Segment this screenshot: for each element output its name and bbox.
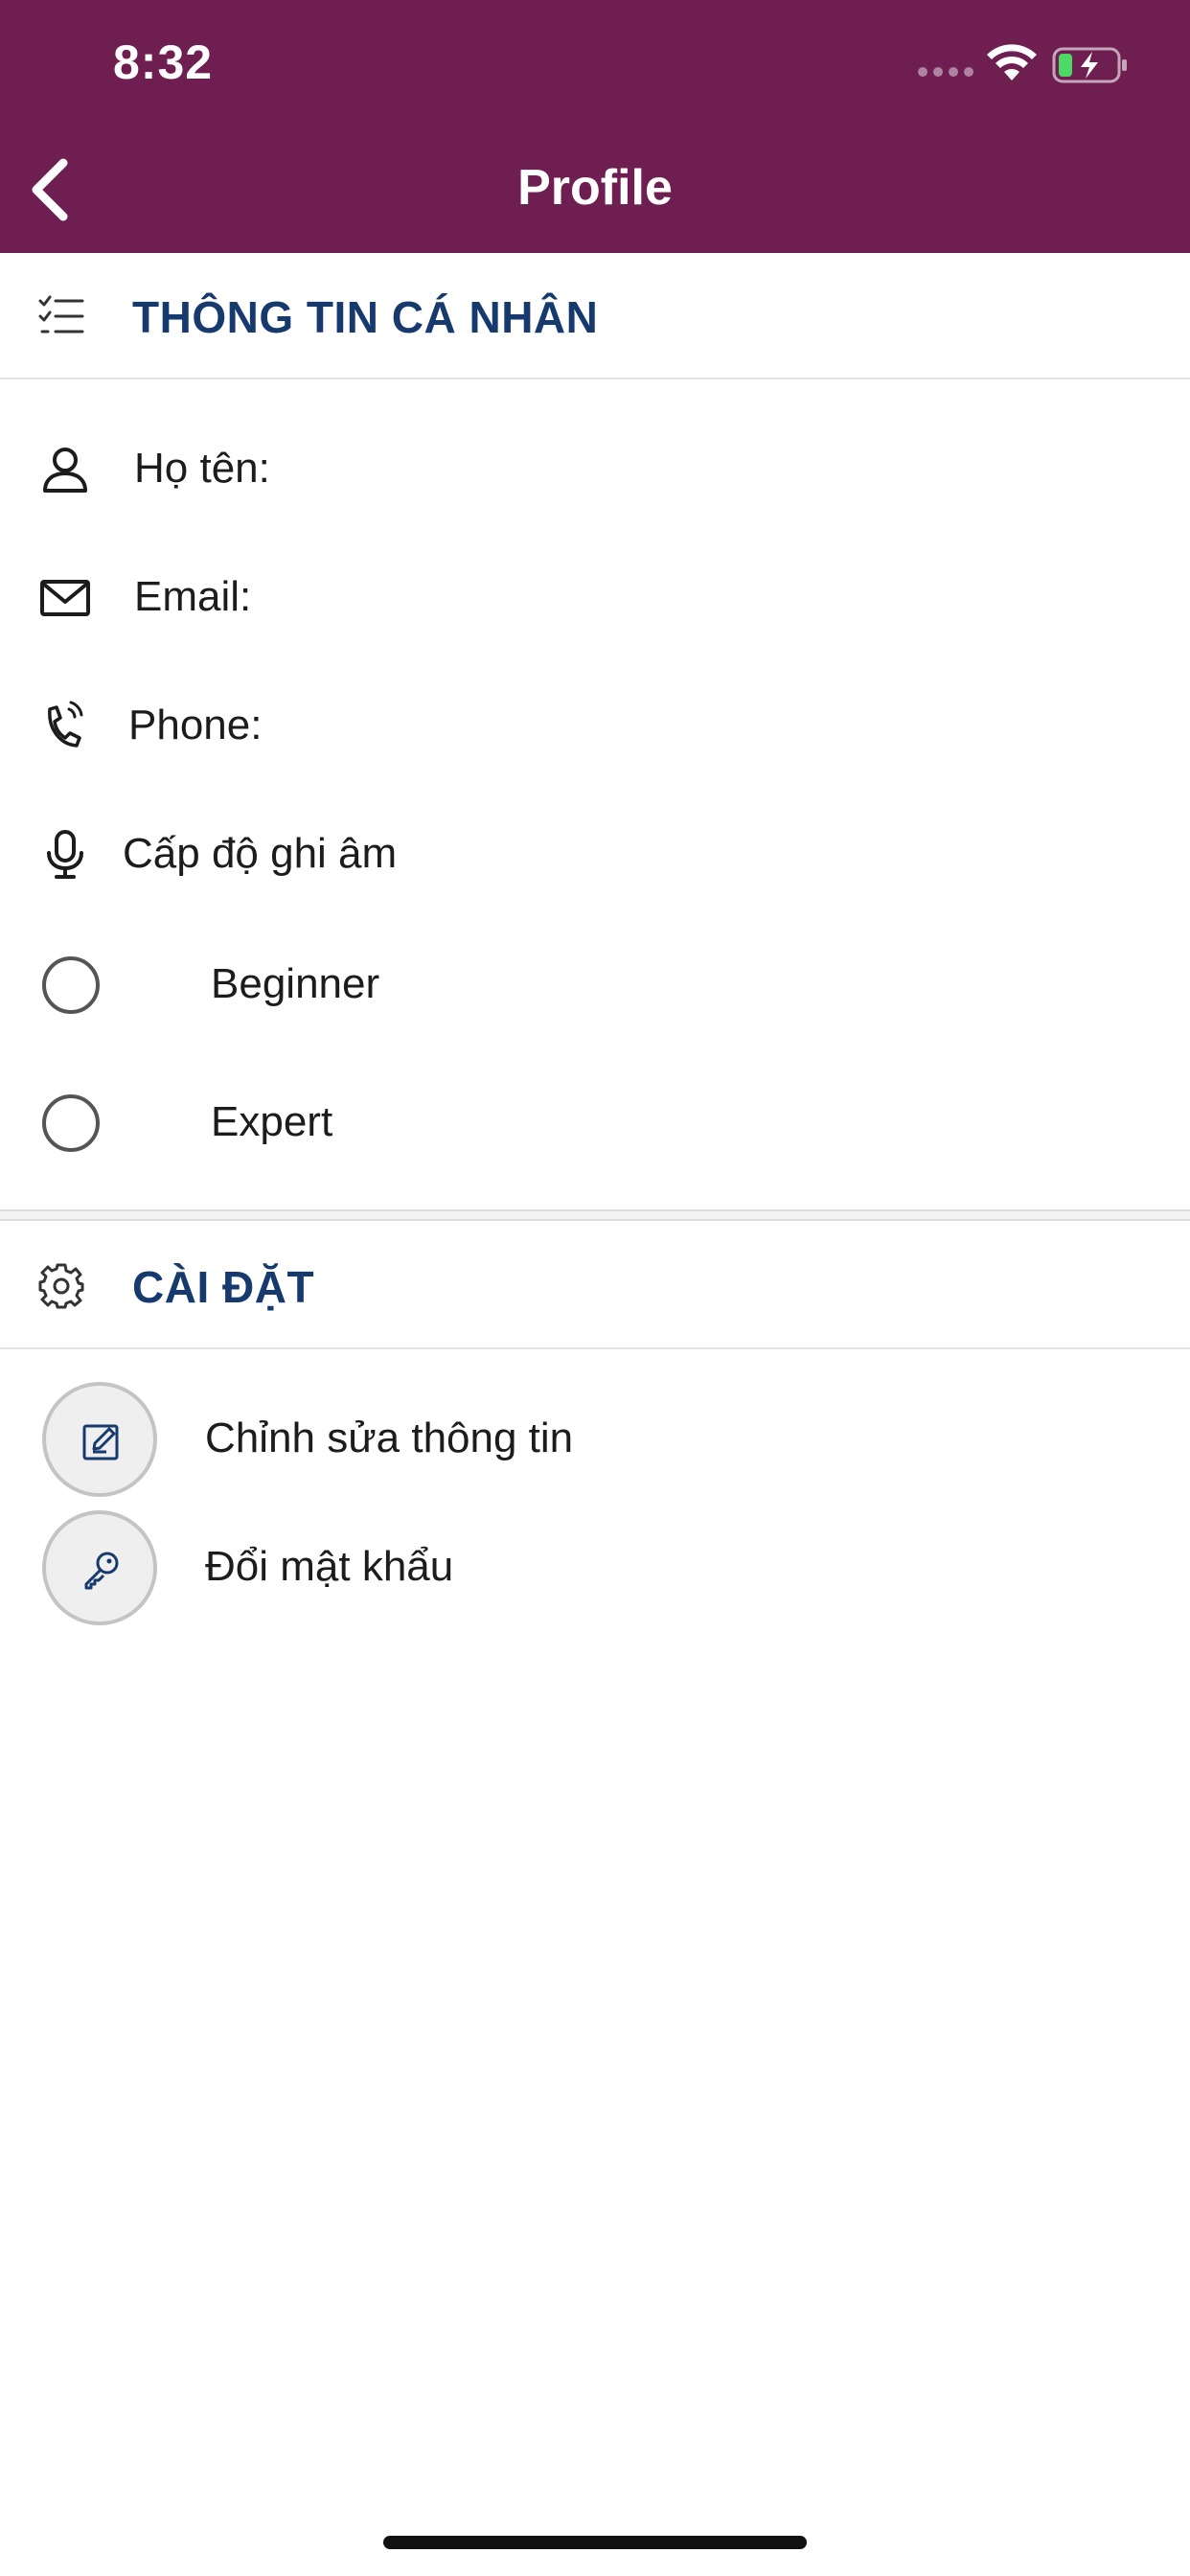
change-password-row[interactable]: Đổi mật khẩu xyxy=(0,1510,1190,1625)
edit-info-label: Chỉnh sửa thông tin xyxy=(205,1414,574,1461)
name-label: Họ tên: xyxy=(134,445,270,492)
personal-info-header: THÔNG TIN CÁ NHÂN xyxy=(0,253,1190,380)
key-icon xyxy=(84,1552,119,1590)
edit-icon xyxy=(82,1424,119,1460)
personal-info-title: THÔNG TIN CÁ NHÂN xyxy=(132,292,599,342)
radio-button-beginner[interactable] xyxy=(42,956,100,1014)
phone-row: Phone: xyxy=(0,673,1190,778)
radio-label-beginner: Beginner xyxy=(211,960,380,1007)
envelope-icon xyxy=(40,580,90,616)
profile-screen: 8:32 Profile THÔNG TIN CÁ NHÂN Họ tên: E… xyxy=(0,0,1190,2576)
user-icon xyxy=(43,448,87,493)
edit-info-row[interactable]: Chỉnh sửa thông tin xyxy=(0,1382,1190,1497)
home-indicator xyxy=(383,2536,807,2549)
cellular-signal-icon xyxy=(918,67,973,77)
section-divider xyxy=(0,1209,1190,1221)
wifi-icon xyxy=(987,44,1037,80)
phone-label: Phone: xyxy=(128,702,263,748)
settings-title: CÀI ĐẶT xyxy=(132,1262,315,1312)
checklist-icon xyxy=(38,295,84,334)
change-password-button[interactable] xyxy=(42,1510,157,1625)
app-header: 8:32 Profile xyxy=(0,0,1190,253)
page-title: Profile xyxy=(517,160,673,216)
microphone-icon xyxy=(47,830,83,879)
settings-header: CÀI ĐẶT xyxy=(0,1223,1190,1349)
status-time: 8:32 xyxy=(113,35,214,89)
radio-option-beginner[interactable]: Beginner xyxy=(0,928,1190,1043)
radio-label-expert: Expert xyxy=(211,1098,333,1145)
name-row: Họ tên: xyxy=(0,416,1190,521)
email-label: Email: xyxy=(134,573,252,620)
recording-level-row: Cấp độ ghi âm xyxy=(0,801,1190,907)
phone-ringing-icon xyxy=(48,701,83,748)
radio-option-expert[interactable]: Expert xyxy=(0,1066,1190,1181)
battery-charging-icon xyxy=(1052,47,1127,83)
edit-info-button[interactable] xyxy=(42,1382,157,1497)
radio-button-expert[interactable] xyxy=(42,1094,100,1152)
change-password-label: Đổi mật khẩu xyxy=(205,1543,454,1590)
gear-icon xyxy=(38,1263,84,1309)
email-row: Email: xyxy=(0,544,1190,650)
recording-level-label: Cấp độ ghi âm xyxy=(123,830,398,877)
